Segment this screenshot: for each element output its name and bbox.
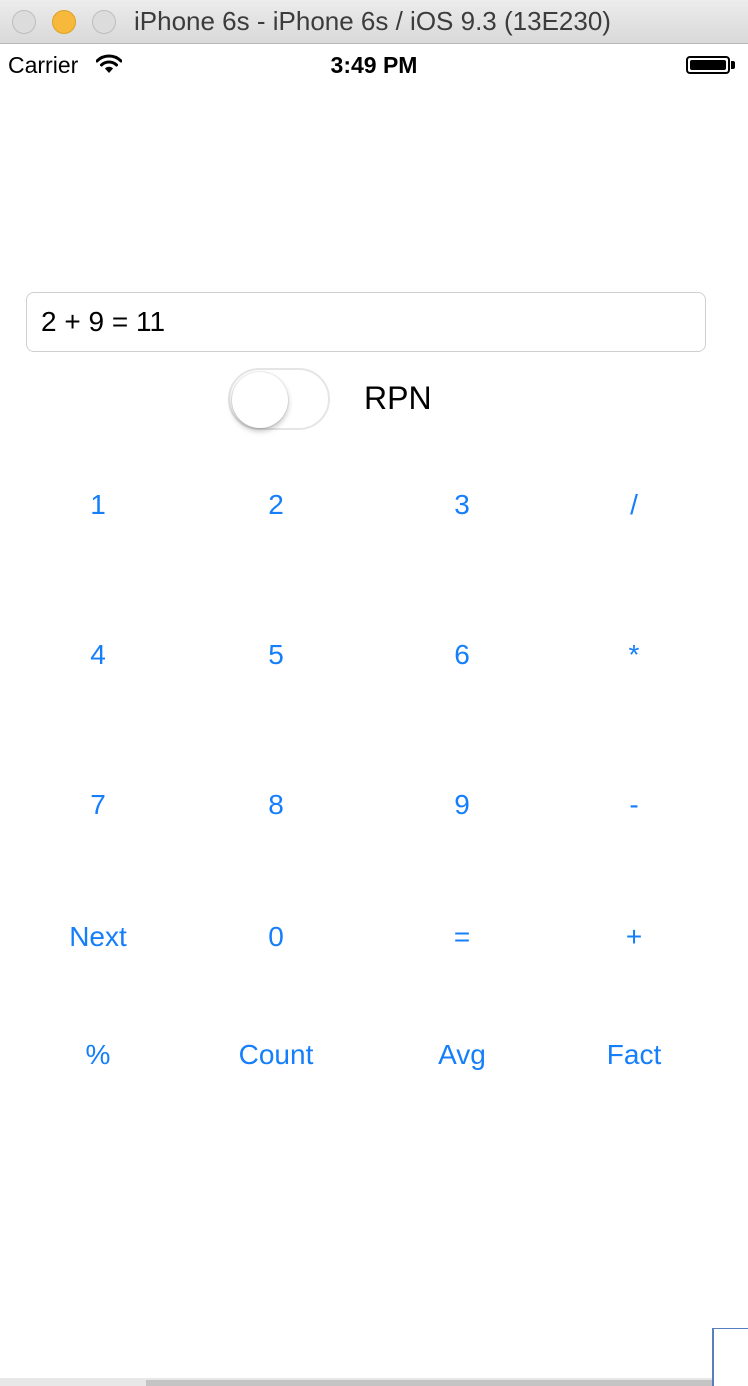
battery-level — [690, 60, 726, 70]
result-display-field[interactable]: 2 + 9 = 11 — [26, 292, 706, 352]
rpn-toggle-switch[interactable] — [228, 368, 330, 430]
key-multiply[interactable]: * — [559, 630, 709, 680]
key-9[interactable]: 9 — [387, 780, 537, 830]
battery-tip — [731, 61, 735, 69]
key-add[interactable]: + — [559, 912, 709, 962]
background-window-corner — [712, 1328, 748, 1386]
key-5[interactable]: 5 — [201, 630, 351, 680]
status-bar: Carrier 3:49 PM — [0, 44, 748, 86]
key-percent[interactable]: % — [23, 1030, 173, 1080]
key-equals[interactable]: = — [387, 912, 537, 962]
window-close-button[interactable] — [12, 10, 36, 34]
window-minimize-button[interactable] — [52, 10, 76, 34]
window-title-bar: iPhone 6s - iPhone 6s / iOS 9.3 (13E230) — [0, 0, 748, 44]
window-title: iPhone 6s - iPhone 6s / iOS 9.3 (13E230) — [134, 6, 611, 36]
key-6[interactable]: 6 — [387, 630, 537, 680]
key-subtract[interactable]: - — [559, 780, 709, 830]
key-1[interactable]: 1 — [23, 480, 173, 530]
key-count[interactable]: Count — [201, 1030, 351, 1080]
key-next[interactable]: Next — [23, 912, 173, 962]
key-4[interactable]: 4 — [23, 630, 173, 680]
window-zoom-button[interactable] — [92, 10, 116, 34]
key-avg[interactable]: Avg — [387, 1030, 537, 1080]
key-2[interactable]: 2 — [201, 480, 351, 530]
key-7[interactable]: 7 — [23, 780, 173, 830]
window-bottom-shadow — [146, 1380, 748, 1386]
rpn-label: RPN — [364, 380, 432, 416]
key-8[interactable]: 8 — [201, 780, 351, 830]
key-fact[interactable]: Fact — [559, 1030, 709, 1080]
key-0[interactable]: 0 — [201, 912, 351, 962]
key-3[interactable]: 3 — [387, 480, 537, 530]
rpn-toggle-knob[interactable] — [232, 372, 288, 428]
status-time: 3:49 PM — [330, 52, 418, 78]
key-divide[interactable]: / — [559, 480, 709, 530]
battery-icon — [686, 56, 730, 74]
